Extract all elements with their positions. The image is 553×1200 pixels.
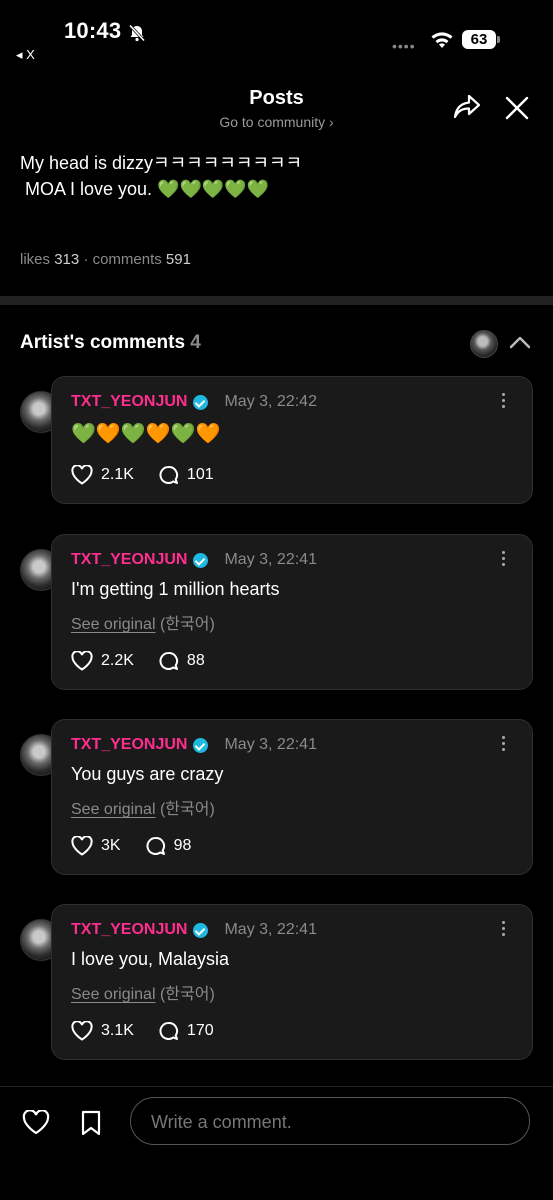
comment-header: TXT_YEONJUN May 3, 22:41 [71,921,317,939]
comment-date: May 3, 22:42 [224,393,317,410]
heart-icon[interactable] [71,836,93,856]
close-icon[interactable] [504,95,530,121]
comment-author[interactable]: TXT_YEONJUN [71,921,187,939]
like-count: 3.1K [101,1022,134,1039]
likes-count: 313 [54,251,80,268]
more-vertical-icon[interactable] [502,393,506,411]
comment-actions: 3.1K 170 [71,1021,238,1041]
heart-icon[interactable] [71,1021,93,1041]
signal-dots: •••• [392,38,416,54]
like-count: 3K [101,837,121,854]
comment-bubble-icon[interactable] [158,465,179,485]
post-stats: likes 313 · comments 591 [20,251,191,268]
comments-count: 591 [165,251,191,268]
reply-count: 88 [186,652,205,669]
heart-icon[interactable] [71,465,93,485]
comment-header: TXT_YEONJUN May 3, 22:41 [71,736,317,754]
comment-bubble-icon[interactable] [145,836,166,856]
comment-text: I'm getting 1 million hearts [71,579,280,599]
artist-comment-card: TXT_YEONJUN May 3, 22:41 I love you, Mal… [51,904,533,1060]
reply-count: 101 [186,466,214,483]
comments-label: comments [92,251,162,268]
see-original-link[interactable]: See original [71,986,156,1003]
comment-actions: 2.1K 101 [71,465,238,485]
comment-header: TXT_YEONJUN May 3, 22:42 [71,393,317,411]
verified-badge-icon [193,394,209,410]
comment-text: 💚🧡💚🧡💚🧡 [71,423,221,445]
like-count: 2.1K [101,466,134,483]
bottom-separator [0,1086,553,1087]
see-original: See original (한국어) [71,795,215,819]
post-body: My head is dizzyㅋㅋㅋㅋㅋㅋㅋㅋㅋ MOA I love you… [20,153,303,199]
see-original-link[interactable]: See original [71,616,156,633]
status-time: 10:43 [64,18,122,43]
comment-header: TXT_YEONJUN May 3, 22:41 [71,551,317,569]
comment-author[interactable]: TXT_YEONJUN [71,551,187,569]
comment-date: May 3, 22:41 [224,921,317,938]
heart-icon[interactable] [22,1110,50,1135]
comment-input[interactable]: Write a comment. [130,1097,530,1145]
reply-count: 170 [186,1022,214,1039]
artist-comments-count: 4 [190,332,201,353]
battery-indicator: 63 [462,30,496,49]
stats-separator: · [83,251,93,268]
original-language: (한국어) [159,986,215,1003]
comment-bubble-icon[interactable] [158,1021,179,1041]
artist-comment-card: TXT_YEONJUN May 3, 22:41 You guys are cr… [51,719,533,875]
verified-badge-icon [193,552,209,568]
see-original: See original (한국어) [71,980,215,1004]
share-icon[interactable] [452,93,482,121]
more-vertical-icon[interactable] [502,921,506,939]
back-to-app-link[interactable]: ◂ X [16,47,35,63]
artist-comment-card: TXT_YEONJUN May 3, 22:42 💚🧡💚🧡💚🧡 2.1K 101 [51,376,533,504]
artist-avatar-small [470,330,498,358]
artist-comments-title: Artist's comments [20,332,186,353]
battery-tip [497,36,500,43]
comment-text: You guys are crazy [71,764,224,784]
bell-slash-icon [128,24,146,42]
section-divider [0,296,553,305]
bookmark-icon[interactable] [80,1110,102,1136]
likes-label: likes [20,251,51,268]
original-language: (한국어) [159,801,215,818]
comment-actions: 2.2K 88 [71,651,229,671]
comment-author[interactable]: TXT_YEONJUN [71,393,187,411]
chevron-up-icon[interactable] [509,335,531,349]
verified-badge-icon [193,737,209,753]
comment-date: May 3, 22:41 [224,736,317,753]
see-original: See original (한국어) [71,610,215,634]
verified-badge-icon [193,922,209,938]
more-vertical-icon[interactable] [502,551,506,569]
comment-actions: 3K 98 [71,836,215,856]
comment-author[interactable]: TXT_YEONJUN [71,736,187,754]
artist-comment-card: TXT_YEONJUN May 3, 22:41 I'm getting 1 m… [51,534,533,690]
see-original-link[interactable]: See original [71,801,156,818]
artist-comments-heading: Artist's comments 4 [20,332,201,354]
like-count: 2.2K [101,652,134,669]
heart-icon[interactable] [71,651,93,671]
original-language: (한국어) [159,616,215,633]
wifi-icon [431,32,453,48]
more-vertical-icon[interactable] [502,736,506,754]
comment-text: I love you, Malaysia [71,949,230,969]
comment-date: May 3, 22:41 [224,551,317,568]
comment-bubble-icon[interactable] [158,651,179,671]
reply-count: 98 [173,837,192,854]
